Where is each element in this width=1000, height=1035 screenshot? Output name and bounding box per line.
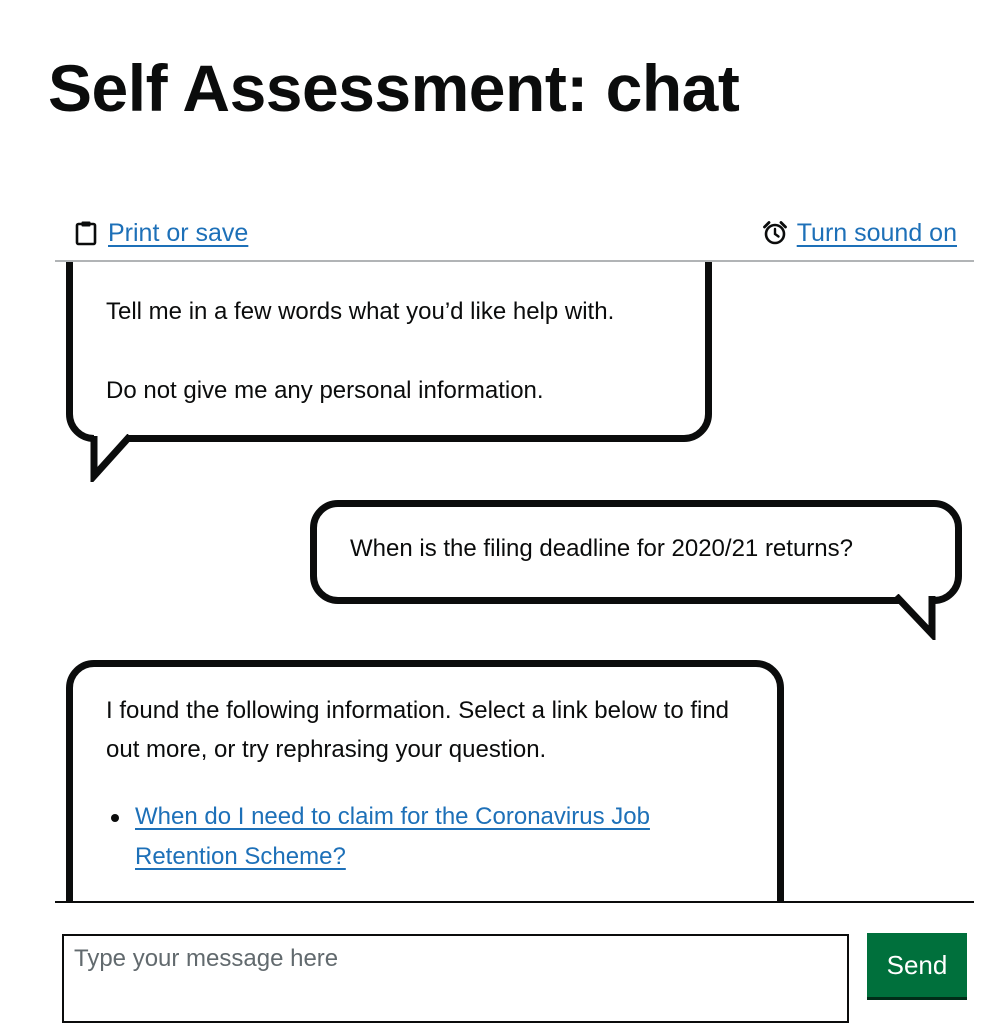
clipboard-icon: [72, 219, 100, 247]
advisor-bubble-tail: [90, 434, 133, 482]
send-button[interactable]: Send: [867, 933, 967, 997]
user-message: When is the filing deadline for 2020/21 …: [310, 500, 962, 604]
message-text: Tell me in a few words what you’d like h…: [106, 298, 615, 325]
print-or-save-label[interactable]: Print or save: [108, 215, 248, 251]
advisor-message: Tell me in a few words what you’d like h…: [66, 262, 712, 442]
message-text: Do not give me any personal information.: [106, 377, 544, 404]
list-item: When do I need to claim for the Coronavi…: [111, 797, 755, 877]
suggested-link[interactable]: When do I need to claim for the Coronavi…: [135, 803, 650, 870]
message-text: When is the filing deadline for 2020/21 …: [350, 535, 853, 562]
message-input[interactable]: [62, 934, 849, 1023]
turn-sound-on-link[interactable]: Turn sound on: [761, 215, 957, 251]
print-or-save-link[interactable]: Print or save: [72, 215, 248, 251]
advisor-message: I found the following information. Selec…: [66, 660, 784, 902]
turn-sound-on-label[interactable]: Turn sound on: [797, 215, 957, 251]
suggested-links-list: When do I need to claim for the Coronavi…: [106, 797, 755, 877]
chat-toolbar: Print or save Turn sound on: [55, 212, 974, 262]
page-title: Self Assessment: chat: [48, 51, 740, 125]
user-bubble-tail: [893, 594, 936, 640]
alarm-clock-icon: [761, 219, 789, 247]
chat-transcript[interactable]: Tell me in a few words what you’d like h…: [0, 262, 1000, 902]
message-text: I found the following information. Selec…: [106, 697, 730, 763]
message-composer: Send: [55, 901, 974, 1035]
